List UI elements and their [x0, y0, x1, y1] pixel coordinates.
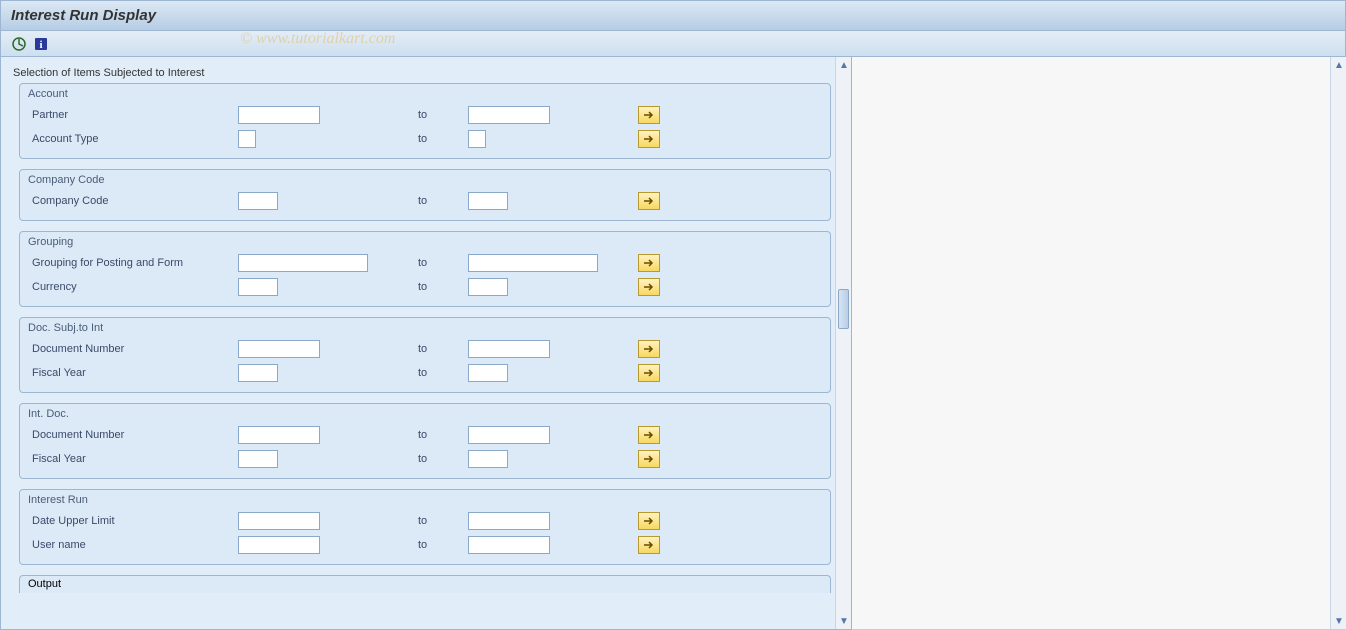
- label-doc-number: Document Number: [28, 343, 238, 355]
- input-fiscal-year-int-from[interactable]: [238, 450, 278, 468]
- main-area: Selection of Items Subjected to Interest…: [0, 57, 1346, 630]
- multi-select-button[interactable]: [638, 278, 660, 296]
- label-date-upper: Date Upper Limit: [28, 515, 238, 527]
- to-label: to: [418, 343, 468, 355]
- input-posting-form-to[interactable]: [468, 254, 598, 272]
- label-account-type: Account Type: [28, 133, 238, 145]
- to-label: to: [418, 539, 468, 551]
- to-label: to: [418, 429, 468, 441]
- row-account-type: Account Type to: [28, 128, 822, 150]
- multi-select-button[interactable]: [638, 340, 660, 358]
- content-pane: Selection of Items Subjected to Interest…: [0, 57, 852, 630]
- toolbar: i: [0, 31, 1346, 57]
- group-company-code-legend: Company Code: [28, 174, 822, 186]
- content-scrollbar[interactable]: ▲ ▼: [835, 57, 851, 629]
- execute-icon[interactable]: [11, 36, 27, 52]
- scroll-track[interactable]: [836, 73, 851, 613]
- page-title: Interest Run Display: [11, 7, 156, 24]
- input-doc-number-int-from[interactable]: [238, 426, 320, 444]
- multi-select-button[interactable]: [638, 106, 660, 124]
- to-label: to: [418, 109, 468, 121]
- multi-select-button[interactable]: [638, 192, 660, 210]
- right-scrollbar[interactable]: ▲ ▼: [1330, 57, 1346, 629]
- to-label: to: [418, 133, 468, 145]
- scroll-up-icon[interactable]: ▲: [1331, 57, 1346, 73]
- input-fiscal-year-subj-from[interactable]: [238, 364, 278, 382]
- to-label: to: [418, 257, 468, 269]
- to-label: to: [418, 515, 468, 527]
- group-account-legend: Account: [28, 88, 822, 100]
- right-pane: ▲ ▼: [852, 57, 1346, 630]
- input-doc-number-subj-from[interactable]: [238, 340, 320, 358]
- group-account: Account Partner to Account Type to: [19, 83, 831, 159]
- row-fiscal-year-int: Fiscal Year to: [28, 448, 822, 470]
- multi-select-button[interactable]: [638, 364, 660, 382]
- scroll-thumb[interactable]: [838, 289, 849, 329]
- input-account-type-from[interactable]: [238, 130, 256, 148]
- multi-select-button[interactable]: [638, 512, 660, 530]
- group-output-legend: Output: [28, 578, 822, 590]
- title-bar: Interest Run Display: [0, 0, 1346, 31]
- row-user-name: User name to: [28, 534, 822, 556]
- row-company-code: Company Code to: [28, 190, 822, 212]
- group-int-doc-legend: Int. Doc.: [28, 408, 822, 420]
- input-company-code-to[interactable]: [468, 192, 508, 210]
- group-doc-subj: Doc. Subj.to Int Document Number to Fisc…: [19, 317, 831, 393]
- to-label: to: [418, 195, 468, 207]
- row-doc-number-int: Document Number to: [28, 424, 822, 446]
- input-partner-from[interactable]: [238, 106, 320, 124]
- row-date-upper: Date Upper Limit to: [28, 510, 822, 532]
- input-date-upper-to[interactable]: [468, 512, 550, 530]
- label-currency: Currency: [28, 281, 238, 293]
- to-label: to: [418, 281, 468, 293]
- section-header: Selection of Items Subjected to Interest: [9, 65, 843, 83]
- label-user-name: User name: [28, 539, 238, 551]
- input-fiscal-year-subj-to[interactable]: [468, 364, 508, 382]
- label-doc-number: Document Number: [28, 429, 238, 441]
- row-posting-form: Grouping for Posting and Form to: [28, 252, 822, 274]
- input-account-type-to[interactable]: [468, 130, 486, 148]
- input-doc-number-subj-to[interactable]: [468, 340, 550, 358]
- group-int-doc: Int. Doc. Document Number to Fiscal Year…: [19, 403, 831, 479]
- to-label: to: [418, 367, 468, 379]
- group-interest-run: Interest Run Date Upper Limit to User na…: [19, 489, 831, 565]
- input-date-upper-from[interactable]: [238, 512, 320, 530]
- multi-select-button[interactable]: [638, 254, 660, 272]
- input-company-code-from[interactable]: [238, 192, 278, 210]
- label-posting-form: Grouping for Posting and Form: [28, 257, 238, 269]
- row-currency: Currency to: [28, 276, 822, 298]
- row-fiscal-year-subj: Fiscal Year to: [28, 362, 822, 384]
- row-doc-number-subj: Document Number to: [28, 338, 822, 360]
- svg-text:i: i: [39, 39, 42, 51]
- multi-select-button[interactable]: [638, 426, 660, 444]
- input-fiscal-year-int-to[interactable]: [468, 450, 508, 468]
- input-posting-form-from[interactable]: [238, 254, 368, 272]
- group-grouping: Grouping Grouping for Posting and Form t…: [19, 231, 831, 307]
- group-doc-subj-legend: Doc. Subj.to Int: [28, 322, 822, 334]
- scroll-up-icon[interactable]: ▲: [836, 57, 852, 73]
- input-currency-from[interactable]: [238, 278, 278, 296]
- to-label: to: [418, 453, 468, 465]
- label-fiscal-year: Fiscal Year: [28, 367, 238, 379]
- row-partner: Partner to: [28, 104, 822, 126]
- input-user-name-from[interactable]: [238, 536, 320, 554]
- group-company-code: Company Code Company Code to: [19, 169, 831, 221]
- input-doc-number-int-to[interactable]: [468, 426, 550, 444]
- multi-select-button[interactable]: [638, 450, 660, 468]
- multi-select-button[interactable]: [638, 536, 660, 554]
- input-user-name-to[interactable]: [468, 536, 550, 554]
- input-currency-to[interactable]: [468, 278, 508, 296]
- group-interest-run-legend: Interest Run: [28, 494, 822, 506]
- multi-select-button[interactable]: [638, 130, 660, 148]
- label-partner: Partner: [28, 109, 238, 121]
- label-company-code: Company Code: [28, 195, 238, 207]
- group-output: Output: [19, 575, 831, 593]
- input-partner-to[interactable]: [468, 106, 550, 124]
- info-icon[interactable]: i: [33, 36, 49, 52]
- label-fiscal-year: Fiscal Year: [28, 453, 238, 465]
- group-grouping-legend: Grouping: [28, 236, 822, 248]
